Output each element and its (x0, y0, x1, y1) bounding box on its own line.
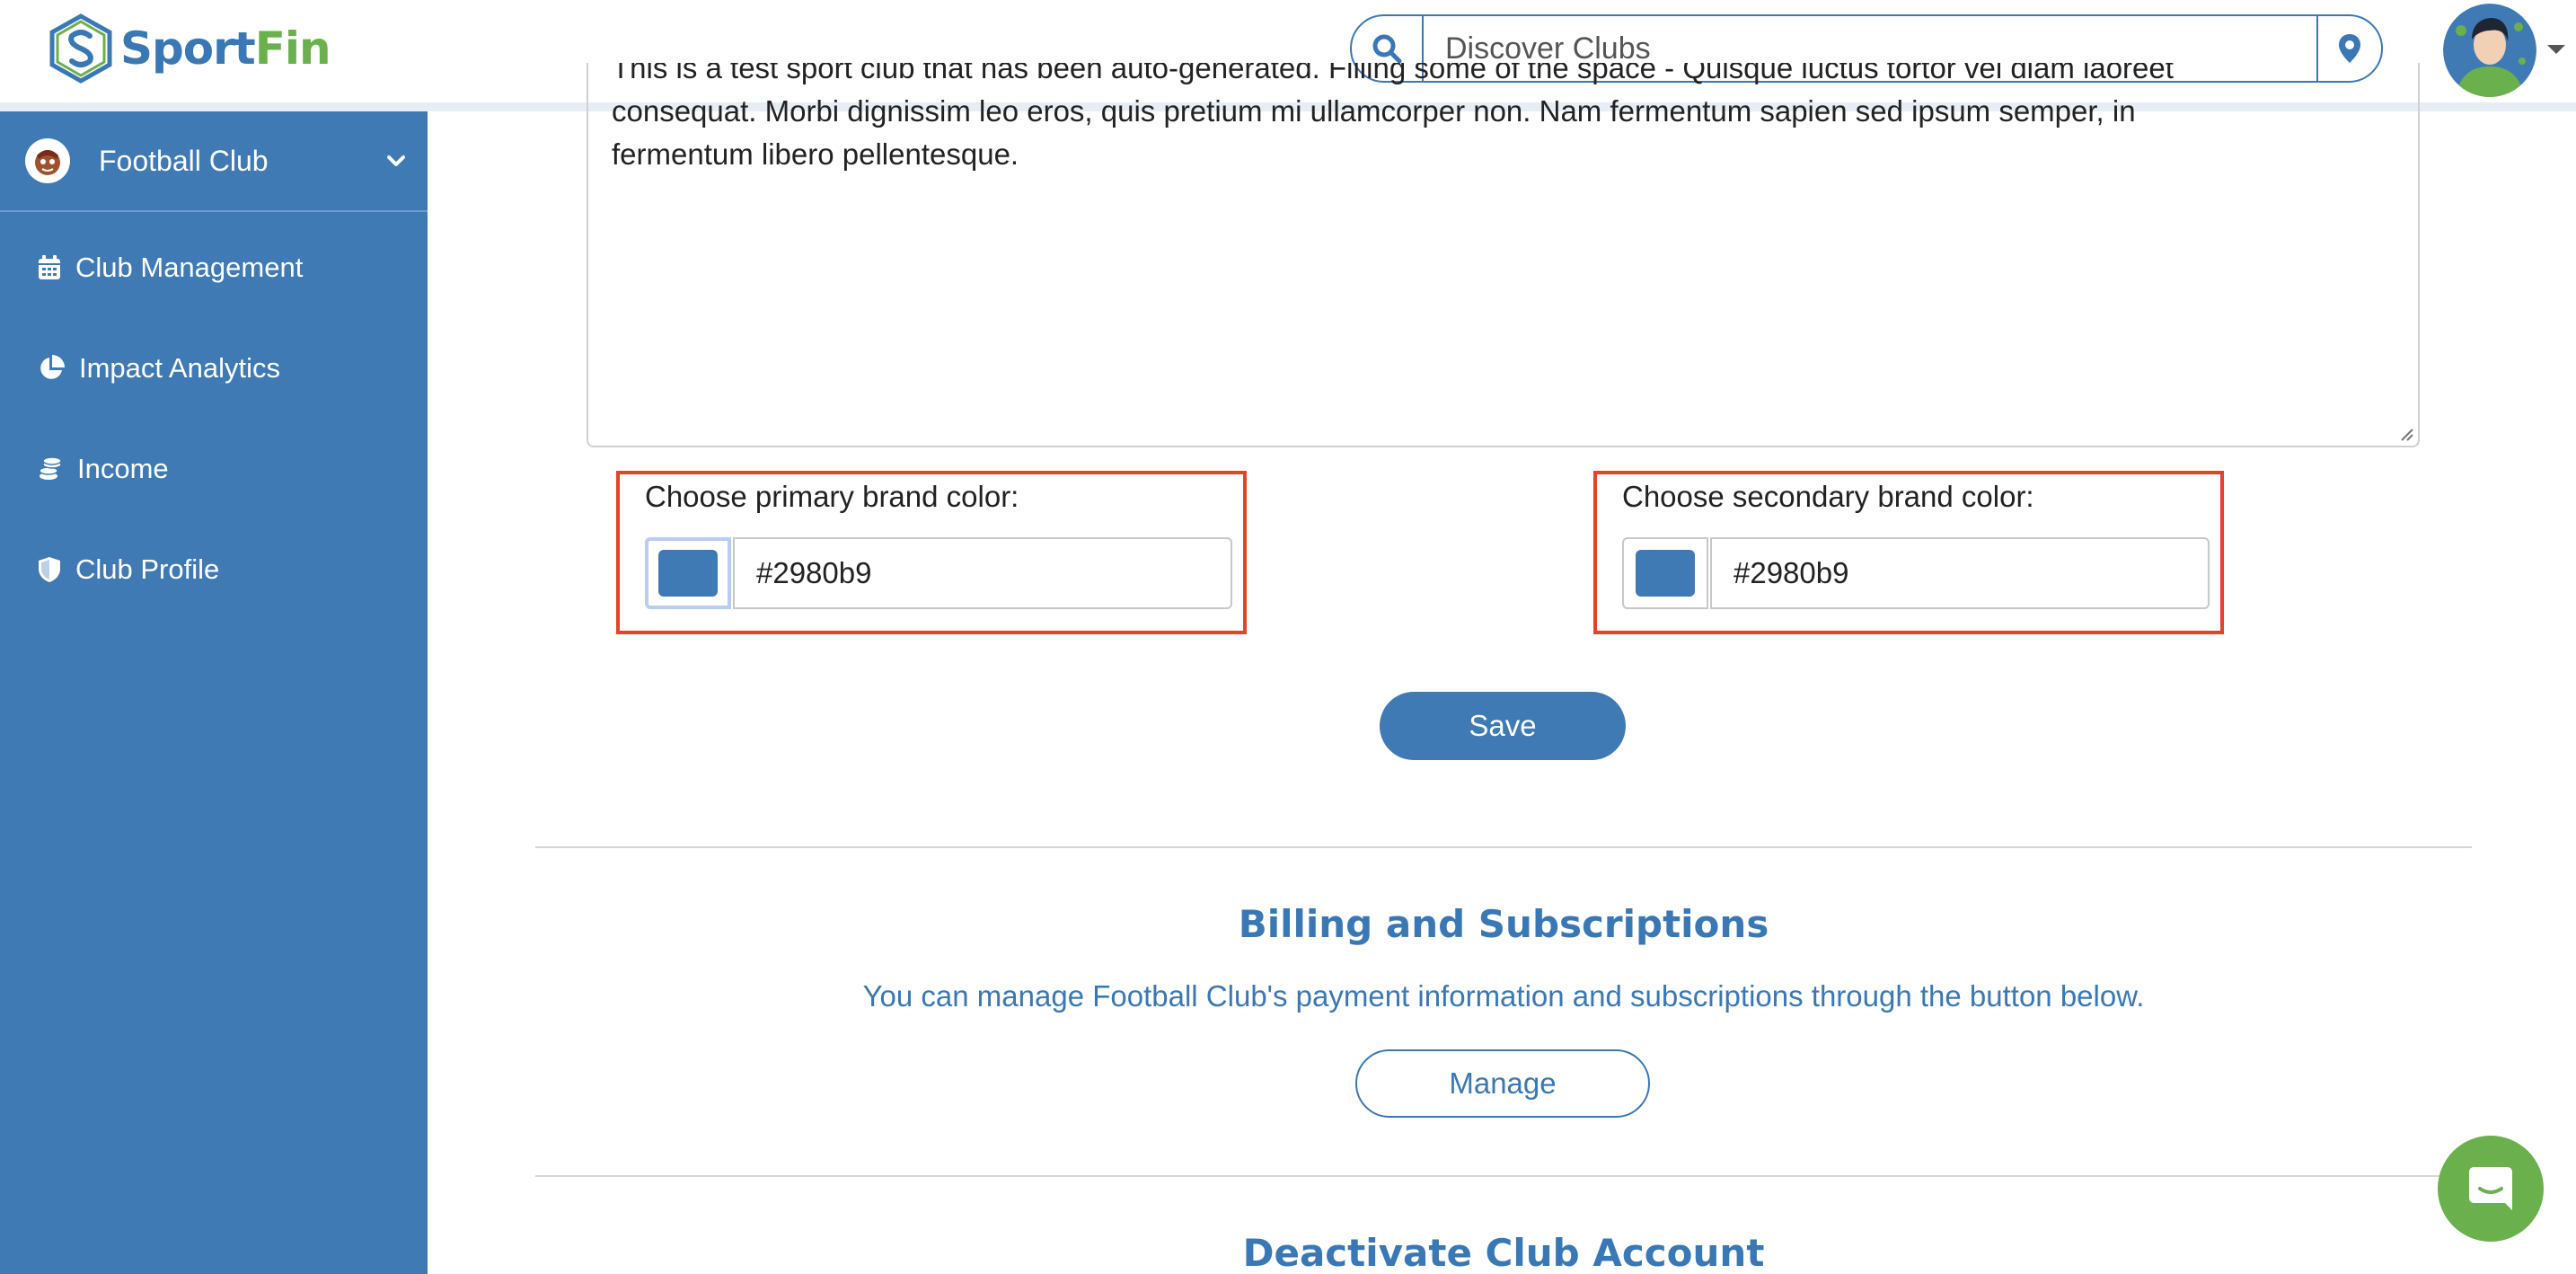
deactivate-title: Deactivate Club Account (1242, 1231, 1765, 1274)
calendar-icon (39, 255, 60, 279)
billing-description: You can manage Football Club's payment i… (862, 979, 2145, 1013)
resize-handle-icon[interactable] (2396, 424, 2414, 442)
section-divider (535, 1175, 2472, 1177)
user-avatar-icon (2443, 4, 2536, 97)
primary-color-hex-input[interactable] (733, 537, 1232, 609)
manage-billing-button[interactable]: Manage (1355, 1049, 1650, 1118)
sidebar-item-income[interactable]: Income (0, 433, 428, 505)
primary-color-group: Choose primary brand color: (616, 471, 1247, 634)
save-button[interactable]: Save (1380, 692, 1626, 760)
section-divider (535, 846, 2472, 848)
sidebar-item-impact-analytics[interactable]: Impact Analytics (0, 332, 428, 404)
billing-title: Billing and Subscriptions (1238, 902, 1769, 946)
secondary-color-hex-input[interactable] (1710, 537, 2210, 609)
sidebar-item-club-profile[interactable]: Club Profile (0, 534, 428, 606)
logo-text: SportFin (120, 22, 331, 75)
sidebar-item-label: Income (77, 453, 169, 484)
secondary-color-label: Choose secondary brand color: (1622, 480, 2034, 513)
caret-down-icon[interactable] (2547, 45, 2565, 54)
club-description-textarea[interactable]: This is a test sport club that has been … (587, 63, 2420, 447)
logo-mark-icon (49, 13, 112, 84)
avatar[interactable] (2443, 4, 2536, 97)
description-line: This is a test sport club that has been … (612, 63, 2174, 84)
sidebar-item-label: Club Profile (75, 553, 220, 585)
secondary-color-picker[interactable] (1622, 537, 1708, 609)
description-line: fermentum libero pellentesque. (612, 137, 1019, 171)
pie-chart-icon (40, 355, 65, 379)
primary-color-picker[interactable] (645, 537, 731, 609)
description-line: consequat. Morbi dignissim leo eros, qui… (612, 94, 2136, 128)
chat-icon (2469, 1167, 2512, 1210)
club-badge-icon (25, 138, 70, 183)
secondary-color-swatch (1636, 550, 1695, 597)
primary-color-label: Choose primary brand color: (645, 480, 1019, 513)
club-name: Football Club (99, 144, 269, 177)
chevron-down-icon (387, 155, 405, 166)
shield-icon (39, 557, 60, 582)
secondary-color-group: Choose secondary brand color: (1593, 471, 2224, 634)
search-icon (1372, 34, 1402, 64)
club-selector[interactable]: Football Club (0, 111, 428, 212)
sportfin-logo[interactable]: SportFin (45, 13, 331, 84)
coins-icon (39, 456, 62, 480)
sidebar: Football Club Club Management Impact Ana… (0, 111, 428, 1274)
chat-widget-button[interactable] (2438, 1136, 2544, 1242)
sidebar-item-label: Club Management (75, 252, 304, 283)
primary-color-swatch (658, 550, 718, 597)
location-pin-icon (2339, 34, 2360, 63)
club-description-text: This is a test sport club that has been … (612, 63, 2395, 176)
sidebar-item-club-management[interactable]: Club Management (0, 232, 428, 304)
sidebar-item-label: Impact Analytics (79, 352, 280, 384)
